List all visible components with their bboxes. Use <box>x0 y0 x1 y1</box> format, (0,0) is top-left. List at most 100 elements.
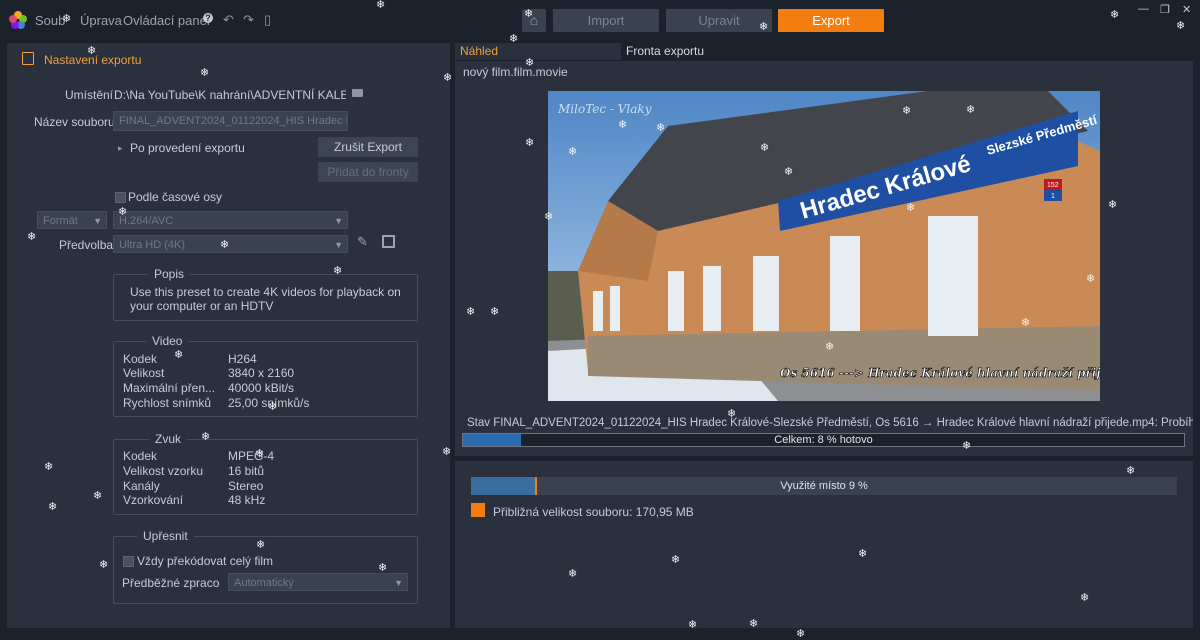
video-caption: Os 5616 ---> Hradec Králové hlavní nádra… <box>780 366 1100 380</box>
snowflake-icon: ❄ <box>466 306 476 318</box>
video-size-key: Velikost <box>123 366 165 380</box>
snowflake-icon: ❄ <box>825 341 835 353</box>
snowflake-icon: ❄ <box>858 548 868 560</box>
movie-file-name: nový film.film.movie <box>463 65 568 79</box>
snowflake-icon: ❄ <box>1176 20 1186 32</box>
snowflake-icon: ❄ <box>1108 199 1118 211</box>
redo-icon[interactable]: ↷ <box>243 12 254 28</box>
snowflake-icon: ❄ <box>200 67 210 79</box>
format-label: Formát <box>43 215 78 227</box>
snowflake-icon: ❄ <box>174 349 184 361</box>
document-icon[interactable]: ▯ <box>264 12 271 28</box>
disk-space-bar: Využité místo 9 % <box>471 477 1177 495</box>
import-tab-button[interactable]: Import <box>553 9 659 32</box>
snowflake-icon: ❄ <box>544 211 554 223</box>
chevron-down-icon: ▼ <box>93 216 102 226</box>
filename-label: Název souboru <box>34 115 115 129</box>
audio-samplerate-key: Vzorkování <box>123 493 184 507</box>
menu-file[interactable]: Soub <box>35 13 65 28</box>
app-logo-icon <box>9 11 27 29</box>
snowflake-icon: ❄ <box>656 122 666 134</box>
always-recode-label: Vždy překódovat celý film <box>137 554 274 568</box>
snowflake-icon: ❄ <box>48 501 58 513</box>
snowflake-icon: ❄ <box>966 104 976 116</box>
building-number-top: 152 <box>1047 182 1059 189</box>
chevron-down-icon: ▼ <box>394 578 403 588</box>
codec-select[interactable]: H.264/AVC ▼ <box>113 211 348 229</box>
save-preset-icon[interactable] <box>382 235 395 248</box>
always-recode-checkbox[interactable] <box>123 556 134 567</box>
snowflake-icon: ❄ <box>568 146 578 158</box>
snowflake-icon: ❄ <box>27 231 37 243</box>
snowflake-icon: ❄ <box>93 490 103 502</box>
preset-select[interactable]: Ultra HD (4K) ▼ <box>113 235 348 253</box>
tab-preview[interactable]: Náhled <box>455 43 621 60</box>
snowflake-icon: ❄ <box>256 539 266 551</box>
tab-export-queue[interactable]: Fronta exportu <box>621 43 1193 60</box>
settings-doc-icon <box>22 52 34 65</box>
minimize-icon[interactable]: — <box>1138 3 1149 15</box>
snowflake-icon: ❄ <box>760 142 770 154</box>
timeline-label: Podle časové osy <box>128 190 223 204</box>
expand-arrow-icon[interactable]: ▸ <box>118 143 123 154</box>
timeline-checkbox[interactable] <box>115 192 126 203</box>
edit-preset-icon[interactable]: ✎ <box>357 234 368 250</box>
restore-icon[interactable]: ❐ <box>1160 3 1170 16</box>
edit-tab-button[interactable]: Upravit <box>666 9 772 32</box>
video-bitrate-key: Maximální přen... <box>123 381 216 395</box>
add-to-queue-button[interactable]: Přidat do fronty <box>318 162 418 182</box>
video-size-value: 3840 x 2160 <box>228 366 295 380</box>
undo-icon[interactable]: ↶ <box>223 12 234 28</box>
snowflake-icon: ❄ <box>333 265 343 277</box>
snowflake-icon: ❄ <box>255 448 265 460</box>
snowflake-icon: ❄ <box>268 401 278 413</box>
refine-title: Upřesnit <box>137 529 194 543</box>
snowflake-icon: ❄ <box>1080 592 1090 604</box>
menu-edit[interactable]: Úprava <box>80 13 122 28</box>
audio-codec-value: MPEG-4 <box>228 449 275 463</box>
total-progress-bar: Celkem: 8 % hotovo <box>462 433 1185 447</box>
snowflake-icon: ❄ <box>118 206 128 218</box>
preset-value: Ultra HD (4K) <box>119 239 186 251</box>
snowflake-icon: ❄ <box>759 21 769 33</box>
format-select[interactable]: Formát ▼ <box>37 211 107 229</box>
video-codec-key: Kodek <box>123 352 158 366</box>
help-icon[interactable]: ? <box>203 13 213 23</box>
prerender-select[interactable]: Automatický ▼ <box>228 573 408 591</box>
snowflake-icon: ❄ <box>442 446 452 458</box>
location-label: Umístění <box>65 88 114 102</box>
audio-samplerate-value: 48 kHz <box>228 493 266 507</box>
preview-image: Hradec Králové Slezské Předměstí 152 1 M… <box>548 91 1100 401</box>
export-tab-button[interactable]: Export <box>778 9 884 32</box>
snowflake-icon: ❄ <box>201 431 211 443</box>
refine-group <box>113 536 418 604</box>
folder-icon[interactable] <box>352 89 363 97</box>
snowflake-icon: ❄ <box>525 137 535 149</box>
snowflake-icon: ❄ <box>524 8 534 20</box>
export-status-text: Stav FINAL_ADVENT2024_01122024_HIS Hrade… <box>467 417 1193 429</box>
snowflake-icon: ❄ <box>44 461 54 473</box>
menu-control-panel[interactable]: Ovládací panel <box>123 13 210 28</box>
snowflake-icon: ❄ <box>1110 9 1120 21</box>
audio-title: Zvuk <box>149 432 188 446</box>
snowflake-icon: ❄ <box>671 554 681 566</box>
close-icon[interactable]: ✕ <box>1182 3 1191 16</box>
station-photo: Hradec Králové Slezské Předměstí 152 1 M… <box>548 91 1100 401</box>
snowflake-icon: ❄ <box>727 408 737 420</box>
snowflake-icon: ❄ <box>490 306 500 318</box>
description-title: Popis <box>148 267 191 281</box>
filename-field[interactable]: FINAL_ADVENT2024_01122024_HIS Hradec Kr <box>113 111 348 131</box>
snowflake-icon: ❄ <box>568 568 578 580</box>
cancel-export-button[interactable]: Zrušit Export <box>318 137 418 157</box>
location-value: D:\Na YouTube\K nahrání\ADVENTNÍ KALEND.… <box>114 88 346 102</box>
snowflake-icon: ❄ <box>376 0 386 11</box>
snowflake-icon: ❄ <box>784 166 794 178</box>
audio-samplesize-key: Velikost vzorku <box>123 464 204 478</box>
snowflake-icon: ❄ <box>1021 317 1031 329</box>
audio-samplesize-value: 16 bitů <box>228 464 265 478</box>
disk-space-label: Využité místo 9 % <box>780 480 868 492</box>
after-export-label[interactable]: Po provedení exportu <box>130 141 245 155</box>
description-text: Use this preset to create 4K videos for … <box>130 285 401 313</box>
snowflake-icon: ❄ <box>62 13 72 25</box>
snowflake-icon: ❄ <box>962 440 972 452</box>
